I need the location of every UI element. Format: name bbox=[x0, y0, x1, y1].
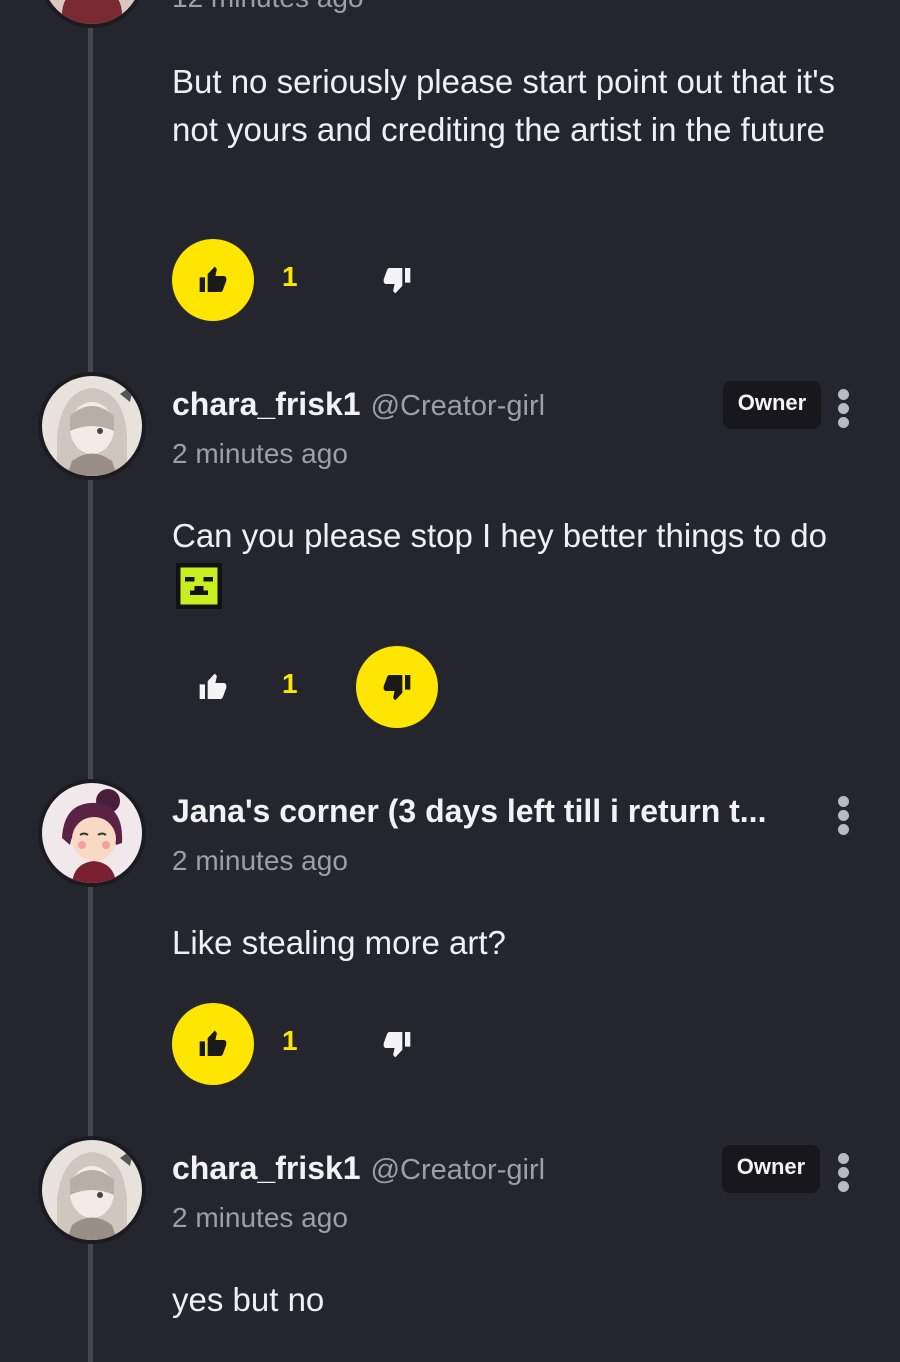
thumbs-up-icon bbox=[199, 673, 227, 699]
vote-row: 1 bbox=[172, 646, 472, 730]
thumbs-up-icon bbox=[199, 266, 227, 292]
more-options-icon[interactable] bbox=[834, 1153, 852, 1193]
author-name[interactable]: chara_frisk1 @Creator-girl bbox=[172, 386, 545, 423]
like-button[interactable] bbox=[172, 1003, 254, 1085]
comment-time: 2 minutes ago bbox=[172, 438, 348, 469]
author-name[interactable]: Jana's corner (3 days left till i return… bbox=[172, 793, 766, 830]
comment-text: But no seriously please start point out … bbox=[172, 63, 835, 148]
vote-row: 1 bbox=[172, 239, 472, 323]
owner-badge: Owner bbox=[723, 381, 821, 429]
author-name[interactable]: chara_frisk1 @Creator-girl bbox=[172, 1150, 545, 1187]
more-options-icon[interactable] bbox=[834, 389, 852, 429]
comment-text: Can you please stop I hey better things … bbox=[172, 517, 827, 554]
pixel-creeper-emoji bbox=[176, 563, 222, 609]
comment-time: 2 minutes ago bbox=[172, 1202, 348, 1233]
comment-time: 2 minutes ago bbox=[172, 845, 348, 876]
author-handle: @Creator-girl bbox=[370, 390, 546, 422]
comment-text: yes but no bbox=[172, 1281, 325, 1318]
comment-time: 12 minutes ago bbox=[172, 0, 363, 14]
thumbs-up-icon bbox=[199, 1030, 227, 1056]
like-button[interactable] bbox=[172, 646, 254, 728]
comment-text: Like stealing more art? bbox=[172, 924, 506, 961]
avatar[interactable] bbox=[38, 1136, 146, 1244]
avatar[interactable] bbox=[38, 779, 146, 887]
author-handle: @Creator-girl bbox=[370, 1154, 546, 1186]
like-button[interactable] bbox=[172, 239, 254, 321]
avatar[interactable] bbox=[38, 0, 146, 28]
dislike-button[interactable] bbox=[356, 646, 438, 728]
author-display-name: Jana's corner (3 days left till i return… bbox=[172, 793, 767, 829]
avatar[interactable] bbox=[38, 372, 146, 480]
thumbs-down-icon bbox=[383, 268, 411, 294]
like-count: 1 bbox=[282, 668, 298, 699]
like-count: 1 bbox=[282, 261, 298, 292]
author-display-name: chara_frisk1 bbox=[172, 1150, 361, 1186]
dislike-button[interactable] bbox=[356, 239, 438, 321]
author-display-name: chara_frisk1 bbox=[172, 386, 361, 422]
more-options-icon[interactable] bbox=[834, 796, 852, 836]
dislike-button[interactable] bbox=[356, 1003, 438, 1085]
thumbs-down-icon bbox=[383, 675, 411, 701]
vote-row: 1 bbox=[172, 1003, 472, 1087]
owner-badge: Owner bbox=[722, 1145, 820, 1193]
thumbs-down-icon bbox=[383, 1032, 411, 1058]
like-count: 1 bbox=[282, 1025, 298, 1056]
